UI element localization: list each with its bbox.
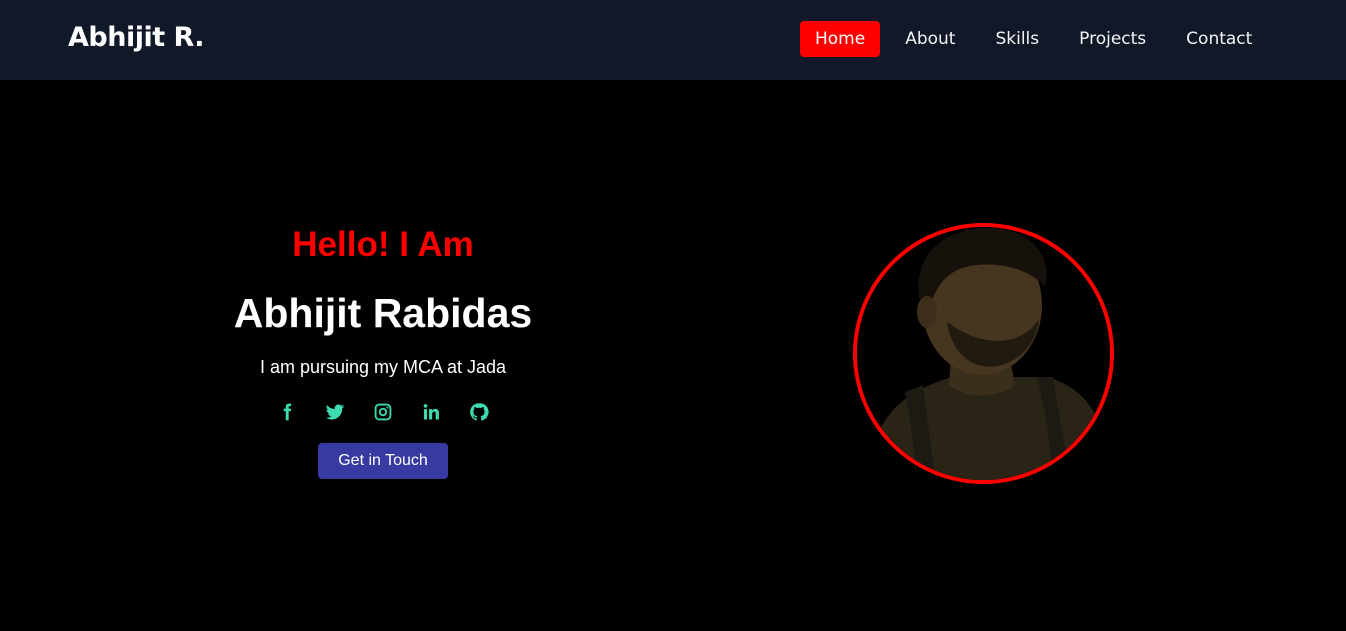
brand-logo[interactable]: Abhijit R. xyxy=(68,22,205,53)
navbar: Abhijit R. Home About Skills Projects Co… xyxy=(0,0,1346,80)
nav-contact[interactable]: Contact xyxy=(1171,21,1267,57)
hero-greeting: Hello! I Am xyxy=(292,225,474,264)
hero-name: Abhijit Rabidas xyxy=(233,290,533,336)
nav-home[interactable]: Home xyxy=(800,21,881,57)
nav-about[interactable]: About xyxy=(890,21,970,57)
instagram-icon[interactable] xyxy=(372,401,394,423)
hero-intro: Hello! I Am Abhijit Rabidas I am pursuin… xyxy=(183,220,583,479)
twitter-icon[interactable] xyxy=(324,401,346,423)
github-icon[interactable] xyxy=(468,401,490,423)
nav-projects[interactable]: Projects xyxy=(1064,21,1161,57)
facebook-icon[interactable] xyxy=(276,401,298,423)
social-links xyxy=(183,401,583,425)
profile-photo xyxy=(853,223,1114,484)
hero-tagline: I am pursuing my MCA at Jada xyxy=(259,357,507,377)
nav-links: Home About Skills Projects Contact xyxy=(800,21,1277,57)
linkedin-icon[interactable] xyxy=(420,401,442,423)
nav-skills[interactable]: Skills xyxy=(980,21,1054,57)
get-in-touch-button[interactable]: Get in Touch xyxy=(318,443,448,479)
